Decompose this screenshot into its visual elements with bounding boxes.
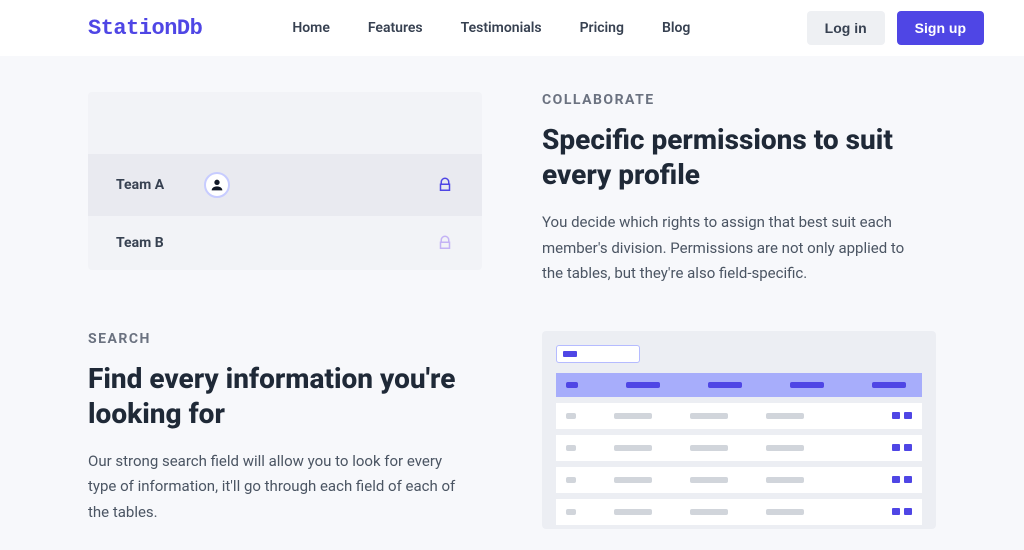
team-row-b[interactable]: Team B [88,216,482,270]
site-header: StationDb Home Features Testimonials Pri… [0,0,1024,56]
lock-icon [436,176,454,194]
team-b-label: Team B [116,235,186,251]
page-content: Team A Team B COLLABORATE Specific per [0,56,1024,529]
collaborate-text: COLLABORATE Specific permissions to suit… [542,92,936,287]
table-row [556,499,922,525]
collaborate-kicker: COLLABORATE [542,92,936,108]
feature-search: SEARCH Find every information you're loo… [88,331,936,529]
table-header-illustration [556,373,922,397]
signup-button[interactable]: Sign up [897,11,984,45]
nav-pricing[interactable]: Pricing [580,20,624,36]
search-kicker: SEARCH [88,331,482,347]
team-card: Team A Team B [88,92,482,270]
search-text: SEARCH Find every information you're loo… [88,331,482,526]
table-row [556,435,922,461]
search-body: Our strong search field will allow you t… [88,449,458,526]
nav-blog[interactable]: Blog [662,20,690,36]
avatar-icon [204,172,230,198]
team-row-a[interactable]: Team A [88,154,482,216]
search-illustration [542,331,936,529]
nav-features[interactable]: Features [368,20,423,36]
table-row [556,467,922,493]
collaborate-title: Specific permissions to suit every profi… [542,122,936,192]
login-button[interactable]: Log in [807,11,885,45]
table-row [556,403,922,429]
lock-icon [436,234,454,252]
collaborate-illustration: Team A Team B [88,92,482,270]
nav-testimonials[interactable]: Testimonials [461,20,542,36]
search-title: Find every information you're looking fo… [88,361,482,431]
feature-collaborate: Team A Team B COLLABORATE Specific per [88,92,936,287]
main-nav: Home Features Testimonials Pricing Blog [292,20,690,36]
collaborate-body: You decide which rights to assign that b… [542,210,912,287]
search-input-illustration [556,345,640,363]
brand-logo[interactable]: StationDb [88,16,202,41]
team-a-label: Team A [116,177,186,193]
nav-home[interactable]: Home [292,20,330,36]
search-table-visual [542,331,936,529]
